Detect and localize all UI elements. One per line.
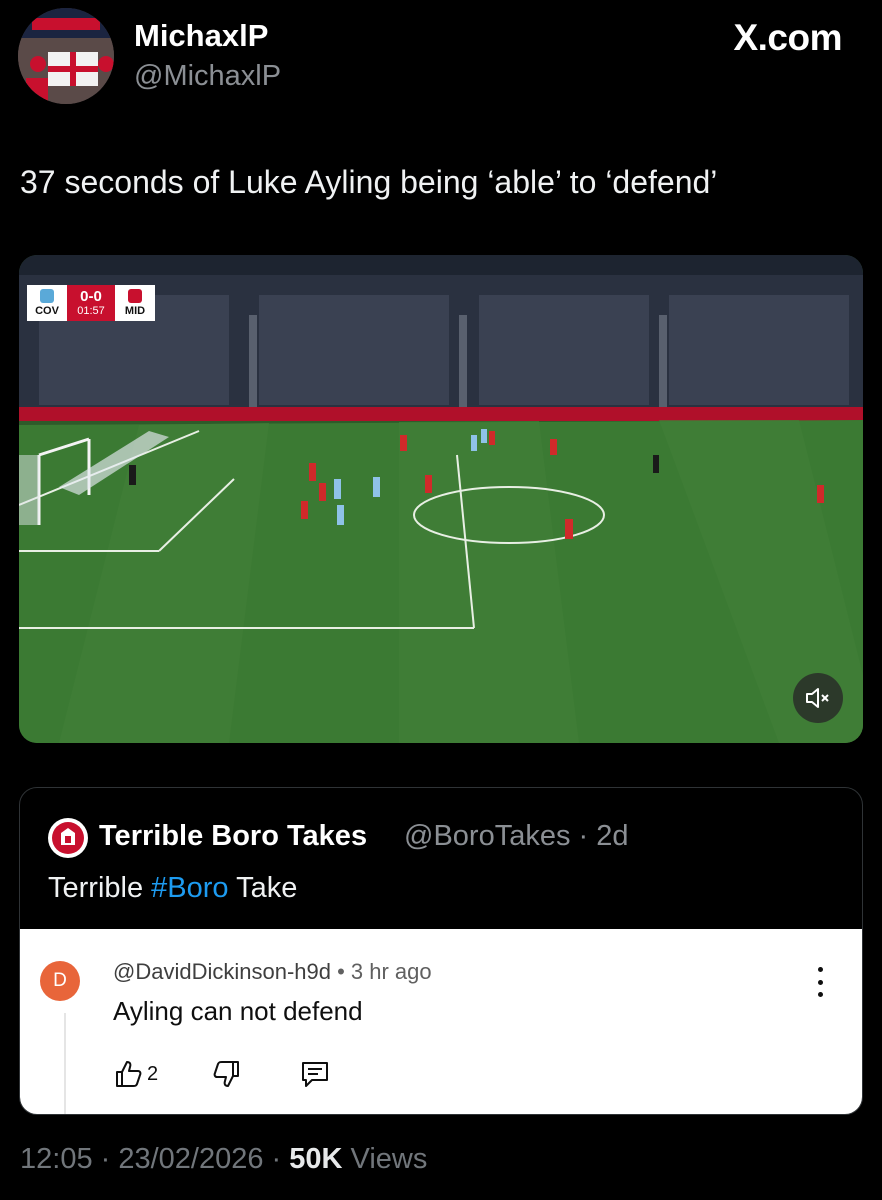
commenter-handle: @DavidDickinson-h9d	[113, 959, 331, 984]
timestamp[interactable]: 12:05 · 23/02/2026 ·	[20, 1143, 289, 1175]
quoted-tweet[interactable]: Terrible Boro Takes @BoroTakes · 2d Terr…	[19, 787, 863, 1115]
quoted-handle-time[interactable]: @BoroTakes · 2d	[404, 820, 628, 853]
thumbs-up-icon	[116, 1061, 142, 1087]
volume-muted-icon	[806, 688, 829, 708]
club-crest-icon	[52, 822, 84, 854]
scorebug: COV 0-0 01:57 MID	[27, 285, 155, 321]
author-display-name[interactable]: MichaxlP	[134, 18, 268, 54]
author-avatar[interactable]	[18, 8, 114, 104]
commenter-avatar: D	[40, 961, 80, 1001]
score: 0-0	[80, 287, 102, 305]
hashtag-link[interactable]: #Boro	[151, 872, 228, 904]
quoted-text: Terrible #Boro Take	[48, 872, 297, 905]
video-frame	[19, 255, 863, 743]
comment-screenshot: D @DavidDickinson-h9d • 3 hr ago Ayling …	[20, 929, 862, 1114]
comment-time: • 3 hr ago	[330, 959, 432, 984]
mute-button[interactable]	[793, 673, 843, 723]
reply-icon	[302, 1062, 329, 1087]
like-count: 2	[147, 1062, 159, 1085]
views-count: 50K	[289, 1143, 343, 1175]
home-team-label: COV	[35, 305, 59, 317]
home-team: COV	[27, 285, 67, 321]
x-logo: X.com	[733, 17, 842, 58]
quoted-avatar[interactable]	[48, 818, 88, 858]
comment-actions: 2	[113, 1059, 330, 1089]
match-clock: 01:57	[77, 304, 105, 317]
thumbs-down-icon	[213, 1061, 240, 1087]
coventry-crest-icon	[40, 289, 54, 303]
quoted-text-prefix: Terrible	[48, 872, 152, 904]
away-team: MID	[115, 285, 155, 321]
thread-line	[64, 1013, 66, 1114]
quoted-text-suffix: Take	[228, 872, 298, 904]
more-options-icon	[816, 967, 824, 997]
comment-meta: @DavidDickinson-h9d • 3 hr ago	[113, 959, 432, 985]
comment-text: Ayling can not defend	[113, 996, 363, 1026]
middlesbrough-crest-icon	[128, 289, 142, 303]
author-handle[interactable]: @MichaxlP	[134, 60, 281, 93]
quoted-display-name[interactable]: Terrible Boro Takes	[99, 820, 367, 853]
score-and-clock: 0-0 01:57	[67, 285, 115, 321]
views-label: Views	[342, 1143, 428, 1175]
away-team-label: MID	[124, 305, 146, 317]
video-player[interactable]: COV 0-0 01:57 MID	[19, 255, 863, 743]
tweet-text: 37 seconds of Luke Ayling being ‘able’ t…	[20, 164, 718, 200]
tweet-footer: 12:05 · 23/02/2026 · 50K Views	[20, 1143, 427, 1176]
